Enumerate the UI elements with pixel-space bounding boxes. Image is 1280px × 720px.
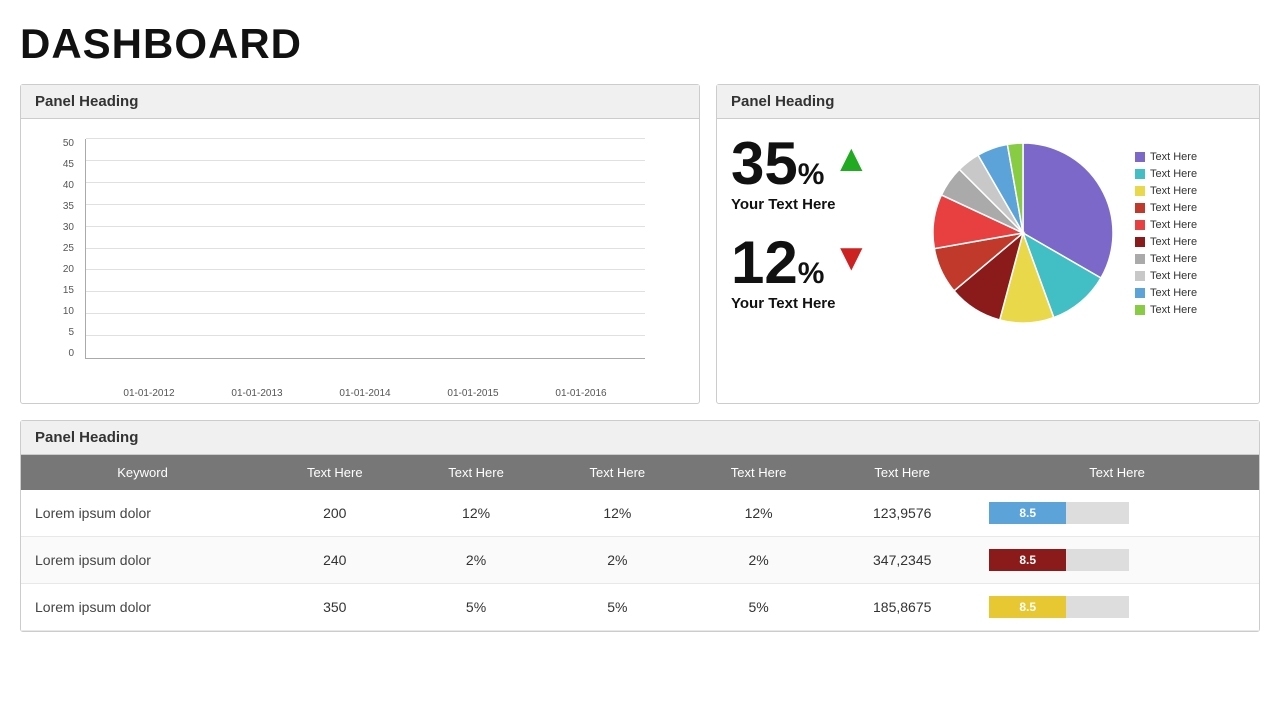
legend-label: Text Here [1150,270,1197,282]
table-header-cell: Text Here [688,455,829,490]
legend-item: Text Here [1135,236,1245,248]
legend-item: Text Here [1135,185,1245,197]
table-cell: 12% [688,490,829,537]
table-cell: Lorem ipsum dolor [21,537,264,584]
bar-chart-panel-heading: Panel Heading [21,85,699,119]
table-body: KeywordText HereText HereText HereText H… [21,455,1259,631]
legend-section: Text Here Text Here Text Here Text Here Text… [1135,151,1245,316]
progress-bar-cell: 8.5 [975,584,1259,631]
stat-block-2: 12% ▼ Your Text Here [731,233,911,312]
table-cell: 240 [264,537,405,584]
legend-item: Text Here [1135,151,1245,163]
legend-label: Text Here [1150,253,1197,265]
pie-panel-body: 35% ▲ Your Text Here 12% ▼ Your Text Her… [717,119,1259,347]
legend-color [1135,220,1145,230]
bar-groups [86,139,645,358]
table-cell: 185,8675 [829,584,975,631]
legend-color [1135,254,1145,264]
progress-bar-container: 8.5 [989,596,1129,618]
legend-label: Text Here [1150,236,1197,248]
legend-color [1135,271,1145,281]
legend-item: Text Here [1135,219,1245,231]
table-header-cell: Text Here [547,455,688,490]
legend-color [1135,169,1145,179]
table-cell: 2% [547,537,688,584]
legend-item: Text Here [1135,202,1245,214]
pie-chart-panel: Panel Heading 35% ▲ Your Text Here 12% ▼ [716,84,1260,404]
table-cell: 2% [688,537,829,584]
table-row: Lorem ipsum dolor2402%2%2%347,2345 8.5 [21,537,1259,584]
stat-number-1: 35% [731,134,824,194]
data-table: KeywordText HereText HereText HereText H… [21,455,1259,631]
table-header-cell: Text Here [405,455,546,490]
legend-label: Text Here [1150,185,1197,197]
table-cell: 347,2345 [829,537,975,584]
progress-bar-container: 8.5 [989,549,1129,571]
x-axis-labels: 01-01-2012 01-01-2013 01-01-2014 01-01-2… [85,388,645,399]
table-body-rows: Lorem ipsum dolor20012%12%12%123,9576 8.… [21,490,1259,631]
progress-bar-cell: 8.5 [975,537,1259,584]
progress-bar-cell: 8.5 [975,490,1259,537]
pie-chart-panel-heading: Panel Heading [717,85,1259,119]
legend-color [1135,237,1145,247]
legend-label: Text Here [1150,219,1197,231]
table-header-row: KeywordText HereText HereText HereText H… [21,455,1259,490]
legend-item: Text Here [1135,168,1245,180]
table-header-cell: Text Here [975,455,1259,490]
table-cell: Lorem ipsum dolor [21,584,264,631]
table-panel: Panel Heading KeywordText HereText HereT… [20,420,1260,632]
legend-label: Text Here [1150,151,1197,163]
stat-number-2: 12% [731,233,824,293]
table-row: Lorem ipsum dolor3505%5%5%185,8675 8.5 [21,584,1259,631]
table-cell: 2% [405,537,546,584]
table-cell: 350 [264,584,405,631]
table-cell: 5% [688,584,829,631]
y-axis-labels: 0 5 10 15 20 25 30 35 40 45 50 [35,139,80,359]
legend-label: Text Here [1150,168,1197,180]
table-cell: 123,9576 [829,490,975,537]
stats-section: 35% ▲ Your Text Here 12% ▼ Your Text Her… [731,134,911,332]
page-title: DASHBOARD [20,20,1260,68]
legend-item: Text Here [1135,304,1245,316]
legend-color [1135,186,1145,196]
legend-label: Text Here [1150,202,1197,214]
table-cell: Lorem ipsum dolor [21,490,264,537]
table-cell: 5% [405,584,546,631]
arrow-down-icon: ▼ [832,237,870,280]
table-header-cell: Text Here [829,455,975,490]
table-row: Lorem ipsum dolor20012%12%12%123,9576 8.… [21,490,1259,537]
table-cell: 12% [405,490,546,537]
table-header-cell: Keyword [21,455,264,490]
legend-item: Text Here [1135,253,1245,265]
pie-section [921,133,1125,333]
progress-bar-fill: 8.5 [989,502,1066,524]
legend-label: Text Here [1150,287,1197,299]
table-panel-heading: Panel Heading [21,421,1259,455]
legend-color [1135,305,1145,315]
bar-chart-panel: Panel Heading 0 5 10 15 20 25 30 35 40 4… [20,84,700,404]
legend-label: Text Here [1150,304,1197,316]
stat-label-2: Your Text Here [731,295,911,312]
legend-item: Text Here [1135,287,1245,299]
progress-bar-container: 8.5 [989,502,1129,524]
progress-bar-fill: 8.5 [989,549,1066,571]
stat-block-1: 35% ▲ Your Text Here [731,134,911,213]
bar-chart-container: 0 5 10 15 20 25 30 35 40 45 50 [35,129,685,399]
arrow-up-icon: ▲ [832,138,870,181]
legend-color [1135,203,1145,213]
table-header-cell: Text Here [264,455,405,490]
legend-color [1135,152,1145,162]
progress-bar-fill: 8.5 [989,596,1066,618]
stat-label-1: Your Text Here [731,196,911,213]
table-cell: 200 [264,490,405,537]
chart-area [85,139,645,359]
table-cell: 12% [547,490,688,537]
legend-color [1135,288,1145,298]
table-cell: 5% [547,584,688,631]
top-row: Panel Heading 0 5 10 15 20 25 30 35 40 4… [20,84,1260,404]
pie-chart-svg [923,133,1123,333]
legend-item: Text Here [1135,270,1245,282]
